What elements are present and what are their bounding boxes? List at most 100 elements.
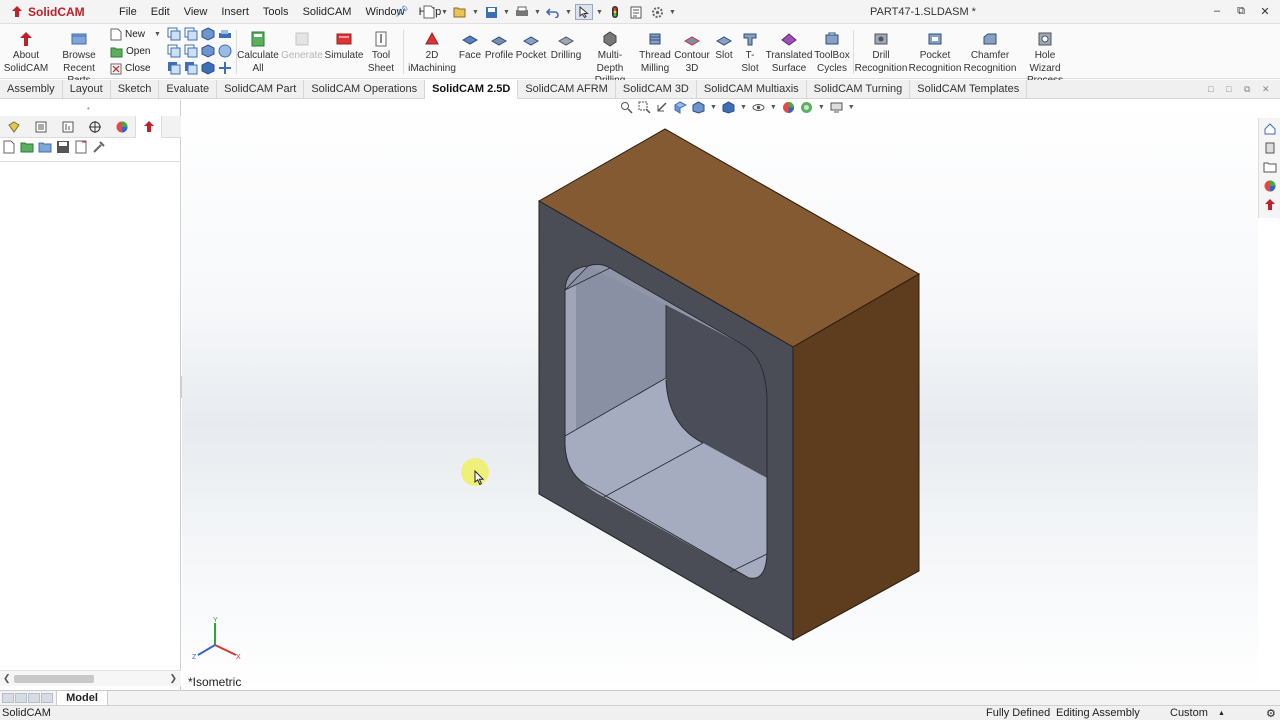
tool-icon[interactable]	[92, 140, 106, 154]
file-properties-icon[interactable]	[627, 4, 645, 20]
tab-model[interactable]: Model	[56, 691, 108, 706]
tab-solidcam-afrm[interactable]: SolidCAM AFRM	[518, 80, 616, 99]
scroll-right-icon[interactable]: ❯	[169, 673, 177, 684]
minimize-icon[interactable]: □	[1226, 84, 1236, 94]
browse-recent-parts-button[interactable]: Browse Recent Parts	[52, 26, 106, 88]
tab-solidcam-multiaxis[interactable]: SolidCAM Multiaxis	[697, 80, 807, 99]
menu-insert[interactable]: Insert	[214, 6, 256, 18]
chevron-down-icon[interactable]: ▼	[503, 9, 510, 16]
toolbox-cycles-button[interactable]: ToolBox Cycles	[814, 26, 850, 75]
about-solidcam-button[interactable]: About SolidCAM	[4, 26, 48, 75]
menu-view[interactable]: View	[177, 6, 215, 18]
property-manager-tab-icon[interactable]	[27, 116, 54, 138]
home-icon[interactable]	[1263, 122, 1277, 136]
cube-icon[interactable]	[201, 61, 215, 75]
calculate-all-button[interactable]: Calculate All	[237, 26, 279, 75]
last-tab-icon[interactable]	[41, 693, 53, 703]
minimize-icon[interactable]: –	[1210, 3, 1224, 19]
chevron-down-icon[interactable]: ▼	[154, 31, 161, 38]
open-folder-icon[interactable]	[451, 4, 469, 20]
feature-tree-tab-icon[interactable]	[0, 116, 27, 138]
copy-icon[interactable]	[184, 61, 198, 75]
tab-sketch[interactable]: Sketch	[111, 80, 160, 99]
copy-icon[interactable]	[184, 44, 198, 58]
restore-icon[interactable]: ⧉	[1244, 84, 1254, 94]
solidcam-logo-icon[interactable]	[1263, 198, 1277, 212]
drilling-button[interactable]: Drilling	[549, 26, 583, 63]
menu-edit[interactable]: Edit	[144, 6, 177, 18]
folder-icon[interactable]	[38, 140, 52, 154]
print-icon[interactable]	[513, 4, 531, 20]
open-button[interactable]: Open	[110, 44, 161, 59]
drill-recognition-button[interactable]: Drill Recognition	[855, 26, 907, 75]
select-icon[interactable]	[575, 4, 593, 20]
undo-icon[interactable]	[544, 4, 562, 20]
copy-icon[interactable]	[184, 27, 198, 41]
copy-icon[interactable]	[167, 27, 181, 41]
thread-milling-button[interactable]: Thread Milling	[638, 26, 672, 75]
solidcam-logo[interactable]: SolidCAM	[10, 2, 102, 22]
chevron-down-icon[interactable]: ▼	[534, 9, 541, 16]
tab-solidcam-templates[interactable]: SolidCAM Templates	[910, 80, 1028, 99]
translated-surface-button[interactable]: Translated Surface	[766, 26, 812, 75]
cube-icon[interactable]	[201, 44, 215, 58]
chevron-down-icon[interactable]: ▼	[472, 9, 479, 16]
new-icon[interactable]	[2, 140, 16, 154]
tab-solidcam-2-5d[interactable]: SolidCAM 2.5D	[425, 80, 519, 99]
face-button[interactable]: Face	[458, 26, 482, 63]
tab-solidcam-operations[interactable]: SolidCAM Operations	[304, 80, 426, 99]
options-gear-icon[interactable]	[648, 4, 666, 20]
dimxpert-tab-icon[interactable]	[81, 116, 108, 138]
chevron-down-icon[interactable]: ▼	[441, 9, 448, 16]
open-icon[interactable]	[20, 140, 34, 154]
menu-solidcam[interactable]: SolidCAM	[296, 6, 359, 18]
multi-depth-drilling-button[interactable]: Multi-Depth Drilling	[585, 26, 635, 88]
design-library-icon[interactable]	[1263, 141, 1277, 155]
tab-solidcam-turning[interactable]: SolidCAM Turning	[807, 80, 911, 99]
appearances-icon[interactable]	[1263, 179, 1277, 193]
file-explorer-icon[interactable]	[1263, 160, 1277, 174]
imachining-2d-button[interactable]: 2D iMachining	[408, 26, 456, 75]
chevron-down-icon[interactable]: ▼	[669, 9, 676, 16]
next-tab-icon[interactable]	[28, 693, 40, 703]
tab-solidcam-part[interactable]: SolidCAM Part	[217, 80, 305, 99]
car-icon[interactable]	[218, 27, 232, 41]
coordinate-triad-icon[interactable]: Y X Z	[192, 615, 242, 665]
configuration-tab-icon[interactable]	[54, 116, 81, 138]
hole-wizard-process-button[interactable]: Hole Wizard Process	[1019, 26, 1071, 88]
pocket-button[interactable]: Pocket	[516, 26, 546, 63]
cube-icon[interactable]	[201, 27, 215, 41]
slot-button[interactable]: Slot	[713, 26, 735, 63]
panel-grip[interactable]: •	[87, 104, 90, 113]
profile-button[interactable]: Profile	[484, 26, 514, 63]
tab-layout[interactable]: Layout	[63, 80, 111, 99]
copy-icon[interactable]	[167, 61, 181, 75]
chevron-down-icon[interactable]: ▼	[596, 9, 603, 16]
globe-icon[interactable]	[218, 44, 232, 58]
save-icon[interactable]	[56, 140, 70, 154]
first-tab-icon[interactable]	[2, 693, 14, 703]
simulate-button[interactable]: Simulate	[325, 26, 363, 63]
chevron-down-icon[interactable]: ▼	[565, 9, 572, 16]
graphics-viewport[interactable]: ▼ ▼ ▼ ▼ ▼ Y X Z *Isometric	[182, 100, 1258, 690]
tab-assembly[interactable]: Assembly	[0, 80, 63, 99]
display-manager-tab-icon[interactable]	[108, 116, 135, 138]
chamfer-recognition-button[interactable]: Chamfer Recognition	[963, 26, 1017, 75]
tab-solidcam-3d[interactable]: SolidCAM 3D	[616, 80, 697, 99]
horizontal-scrollbar[interactable]: ❮ ❯	[0, 670, 181, 686]
pin-icon[interactable]: 📌︎	[395, 5, 409, 18]
contour-3d-button[interactable]: Contour 3D	[674, 26, 710, 75]
menu-file[interactable]: File	[112, 6, 144, 18]
previous-tab-icon[interactable]	[15, 693, 27, 703]
t-slot-button[interactable]: T-Slot	[737, 26, 763, 75]
close-icon[interactable]: ✕	[1258, 3, 1272, 19]
part-3d-model[interactable]	[182, 100, 1258, 690]
close-icon[interactable]: ✕	[1262, 84, 1272, 94]
tile-icon[interactable]: □	[1208, 84, 1218, 94]
close-button[interactable]: Close	[110, 61, 161, 76]
new-button[interactable]: New ▼	[110, 27, 161, 42]
solidcam-manager-tab-icon[interactable]	[135, 116, 162, 138]
chevron-up-icon[interactable]: ▲	[1218, 710, 1225, 717]
generate-button[interactable]: Generate	[281, 26, 323, 63]
axes-icon[interactable]	[218, 61, 232, 75]
